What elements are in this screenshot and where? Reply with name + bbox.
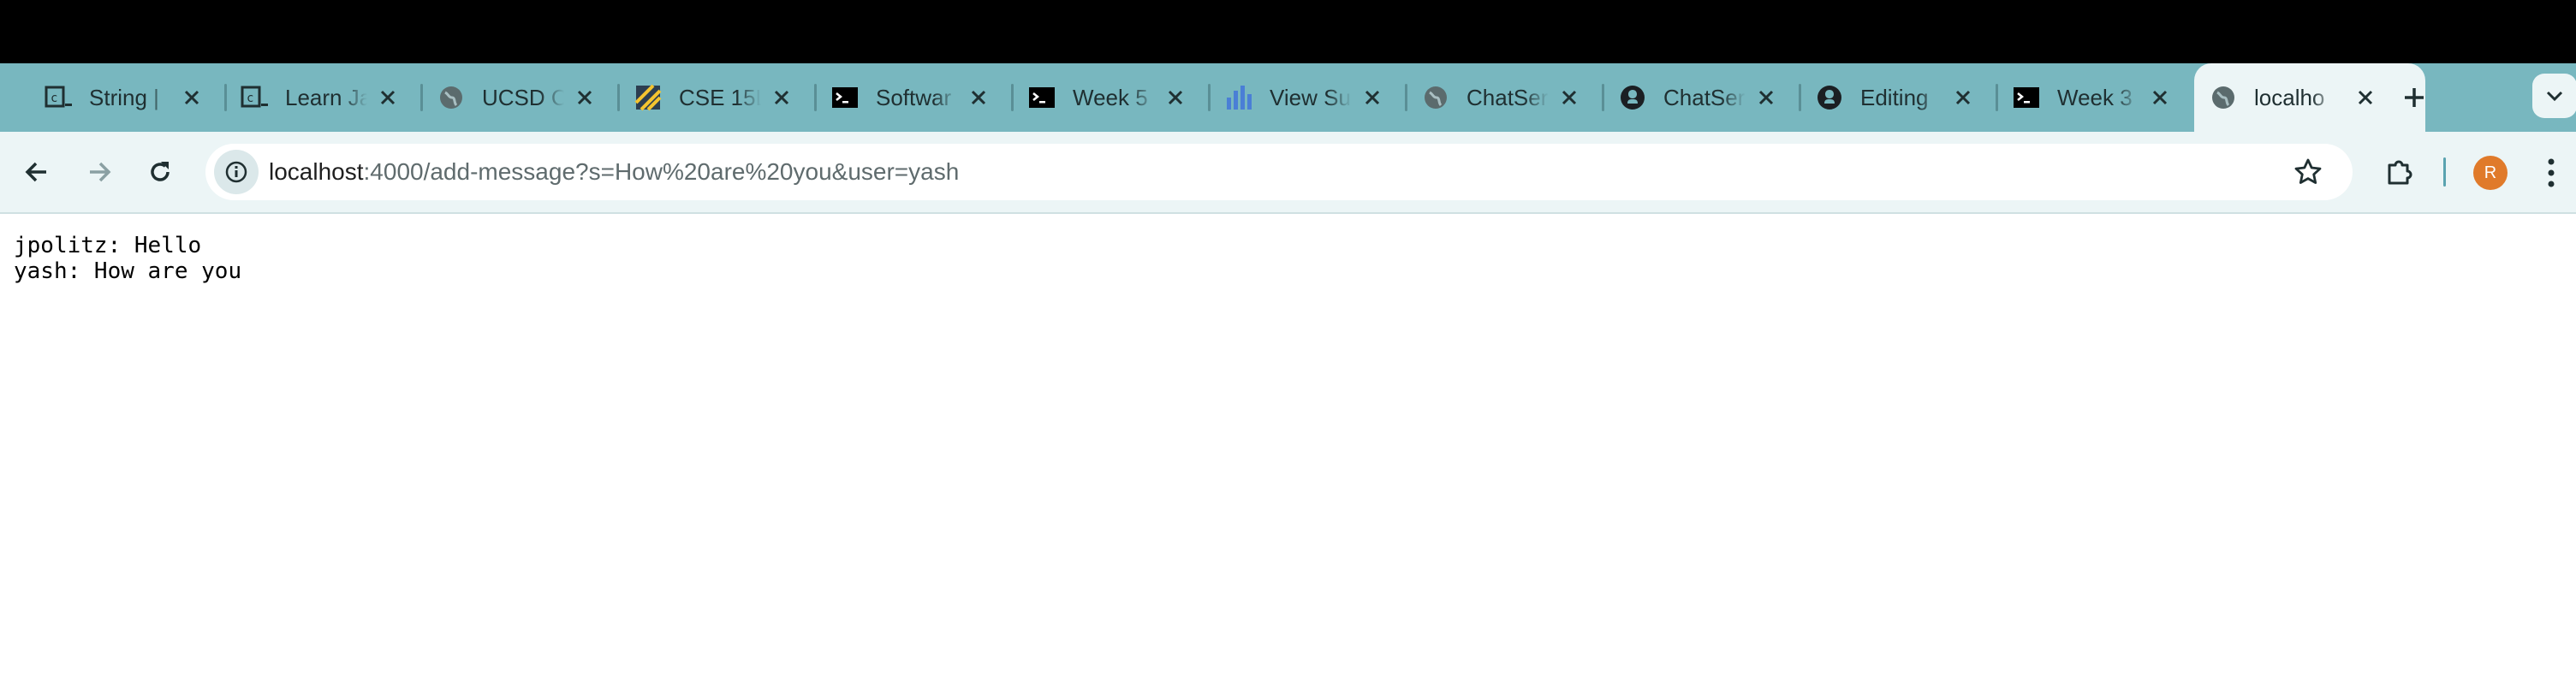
back-button[interactable] xyxy=(17,152,57,192)
site-info-icon[interactable] xyxy=(214,150,259,194)
tab-localhost-active[interactable]: localho xyxy=(2194,63,2425,132)
new-tab-button[interactable] xyxy=(2397,80,2431,115)
terminal-icon xyxy=(831,84,859,111)
tab-chatserver-2[interactable]: ChatSer xyxy=(1574,63,1801,132)
bar-chart-icon xyxy=(1225,84,1252,111)
tab-chatserver-1[interactable]: ChatSer xyxy=(1377,63,1604,132)
chevron-down-icon xyxy=(2546,91,2563,102)
url-path: :4000/add-message?s=How%20are%20you&user… xyxy=(363,158,960,185)
forward-button[interactable] xyxy=(80,152,119,192)
page-content: jpolitz: Hello yash: How are you xyxy=(14,233,241,284)
bookmark-star-icon[interactable] xyxy=(2291,155,2325,189)
terminal-icon xyxy=(2013,84,2040,111)
more-menu-icon[interactable] xyxy=(2536,154,2567,192)
tab-title: Week 5 xyxy=(1073,84,1148,110)
tab-strip: c String | c Learn Ja UCSD C CSE 15L Sof xyxy=(0,63,2576,132)
tab-week-3[interactable]: Week 3 xyxy=(1968,63,2195,132)
tab-title: Editing xyxy=(1860,84,1929,110)
message-line: yash: How are you xyxy=(14,258,242,284)
plus-icon xyxy=(2405,88,2424,107)
reload-button[interactable] xyxy=(140,152,180,192)
message-line: jpolitz: Hello xyxy=(14,233,202,258)
svg-text:c: c xyxy=(247,92,253,105)
toolbar-separator xyxy=(2443,157,2446,187)
terminal-icon xyxy=(1028,84,1056,111)
tab-title: UCSD C xyxy=(482,84,564,110)
arrow-left-icon xyxy=(25,162,46,182)
terminal-c-icon: c xyxy=(241,84,268,111)
tab-title: Week 3 xyxy=(2057,84,2133,110)
url-text[interactable]: localhost:4000/add-message?s=How%20are%2… xyxy=(269,144,959,200)
tab-week-5[interactable]: Week 5 xyxy=(984,63,1211,132)
tab-string[interactable]: c String | xyxy=(0,63,227,132)
arrow-right-icon xyxy=(90,162,111,182)
browser-toolbar: localhost:4000/add-message?s=How%20are%2… xyxy=(0,132,2576,214)
stripes-icon xyxy=(634,84,662,111)
profile-avatar[interactable]: R xyxy=(2473,156,2508,190)
tab-title: Learn Ja xyxy=(285,84,367,110)
url-host: localhost xyxy=(269,158,364,185)
tab-learn-java[interactable]: c Learn Ja xyxy=(196,63,423,132)
tab-ucsd[interactable]: UCSD C xyxy=(393,63,620,132)
tab-title: Softwar xyxy=(876,84,952,110)
extensions-puzzle-icon[interactable] xyxy=(2380,152,2419,192)
address-bar[interactable]: localhost:4000/add-message?s=How%20are%2… xyxy=(205,144,2353,200)
terminal-c-icon: c xyxy=(45,84,72,111)
tab-title: CSE 15L xyxy=(679,84,761,110)
close-icon[interactable] xyxy=(2145,82,2175,113)
tab-title: localho xyxy=(2254,84,2325,110)
tab-software[interactable]: Softwar xyxy=(787,63,1014,132)
github-icon xyxy=(1619,84,1646,111)
tab-editing[interactable]: Editing xyxy=(1771,63,1998,132)
tab-cse-15l[interactable]: CSE 15L xyxy=(590,63,817,132)
tab-title: ChatSer xyxy=(1466,84,1549,110)
globe-icon xyxy=(2210,84,2237,111)
os-top-bar xyxy=(0,0,2576,63)
svg-text:c: c xyxy=(51,92,57,105)
github-icon xyxy=(1816,84,1843,111)
reload-icon xyxy=(151,162,170,181)
tab-search-button[interactable] xyxy=(2532,74,2576,118)
close-icon[interactable] xyxy=(2350,82,2381,113)
tab-title: ChatSer xyxy=(1663,84,1746,110)
tab-title: View Su xyxy=(1270,84,1351,110)
globe-icon xyxy=(1422,84,1449,111)
tab-title: String | xyxy=(89,84,159,110)
tab-view-submission[interactable]: View Su xyxy=(1181,63,1407,132)
globe-icon xyxy=(437,84,465,111)
